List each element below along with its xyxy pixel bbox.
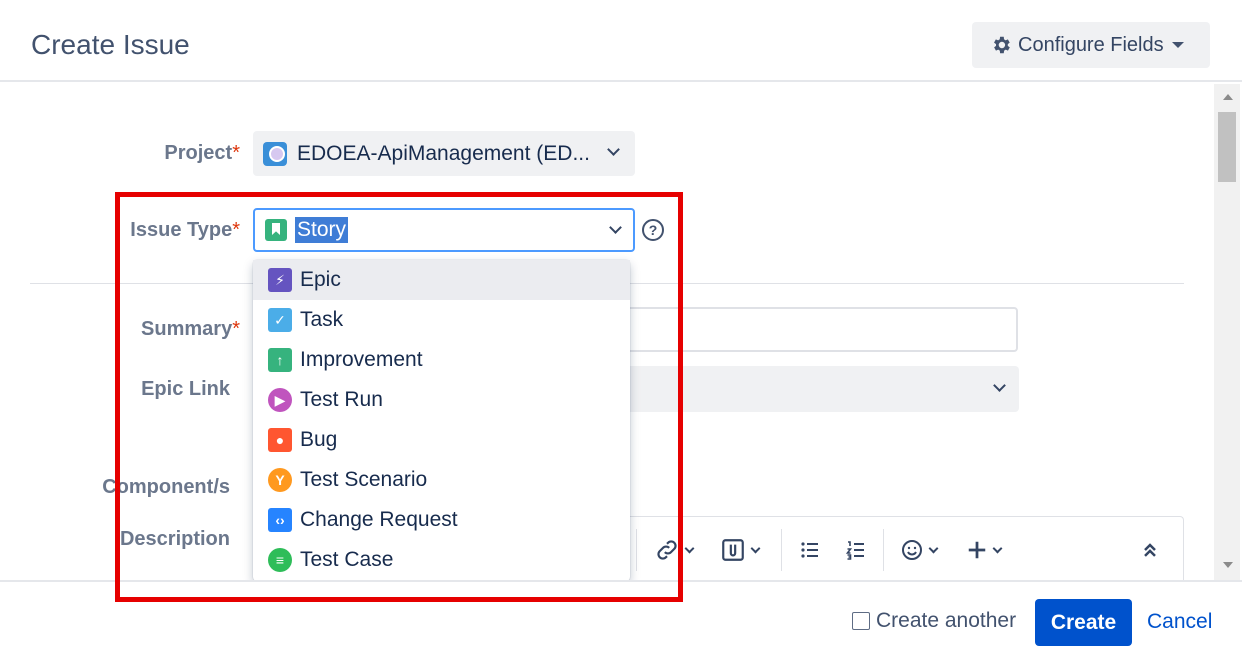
numbered-list-icon — [845, 541, 864, 560]
cancel-link[interactable]: Cancel — [1147, 610, 1212, 634]
create-another-checkbox[interactable]: Create another — [852, 609, 1016, 633]
scroll-up-arrow-icon[interactable] — [1223, 94, 1233, 100]
create-another-label: Create another — [876, 609, 1017, 632]
dialog-title: Create Issue — [31, 29, 190, 60]
configure-fields-button[interactable]: Configure Fields — [972, 22, 1210, 68]
attachment-button[interactable] — [720, 537, 761, 563]
dialog-header: Create Issue Configure Fields — [0, 0, 1242, 82]
chevron-down-icon — [684, 543, 695, 553]
collapse-toolbar-button[interactable] — [1140, 537, 1160, 563]
caret-down-icon — [1171, 42, 1184, 48]
project-select[interactable]: EDOEA-ApiManagement (ED... — [253, 131, 635, 176]
project-avatar-icon — [263, 141, 287, 166]
chevron-down-icon — [607, 143, 620, 156]
create-button[interactable]: Create — [1035, 599, 1132, 646]
gear-icon — [994, 36, 1010, 54]
project-select-value: EDOEA-ApiManagement (ED... — [297, 141, 590, 165]
plus-icon — [968, 541, 986, 559]
checkbox-box[interactable] — [852, 612, 870, 630]
description-editor-toolbar — [625, 516, 1184, 582]
summary-input[interactable] — [625, 307, 1018, 352]
bullet-list-icon — [801, 542, 818, 558]
attachment-icon — [722, 539, 744, 561]
chevron-down-icon — [992, 543, 1003, 553]
chevron-down-icon — [750, 543, 761, 553]
numbered-list-button[interactable] — [844, 537, 868, 563]
scrollbar[interactable] — [1214, 84, 1240, 580]
create-issue-dialog: Create Issue Configure Fields Project* E… — [0, 0, 1242, 657]
scroll-thumb[interactable] — [1218, 112, 1236, 182]
epic-link-select[interactable] — [625, 366, 1019, 412]
emoji-icon — [902, 540, 922, 560]
toolbar-separator — [883, 529, 884, 571]
bullet-list-button[interactable] — [798, 537, 822, 563]
highlight-box — [115, 192, 683, 602]
toolbar-separator — [781, 529, 782, 571]
emoji-button[interactable] — [900, 537, 939, 563]
double-chevron-up-icon — [1144, 543, 1156, 557]
chevron-down-icon — [993, 379, 1006, 392]
chevron-down-icon — [928, 543, 939, 553]
configure-fields-label: Configure Fields — [1018, 33, 1164, 56]
project-label: Project* — [164, 142, 240, 164]
insert-more-button[interactable] — [966, 537, 1003, 563]
scroll-down-arrow-icon[interactable] — [1223, 562, 1233, 568]
